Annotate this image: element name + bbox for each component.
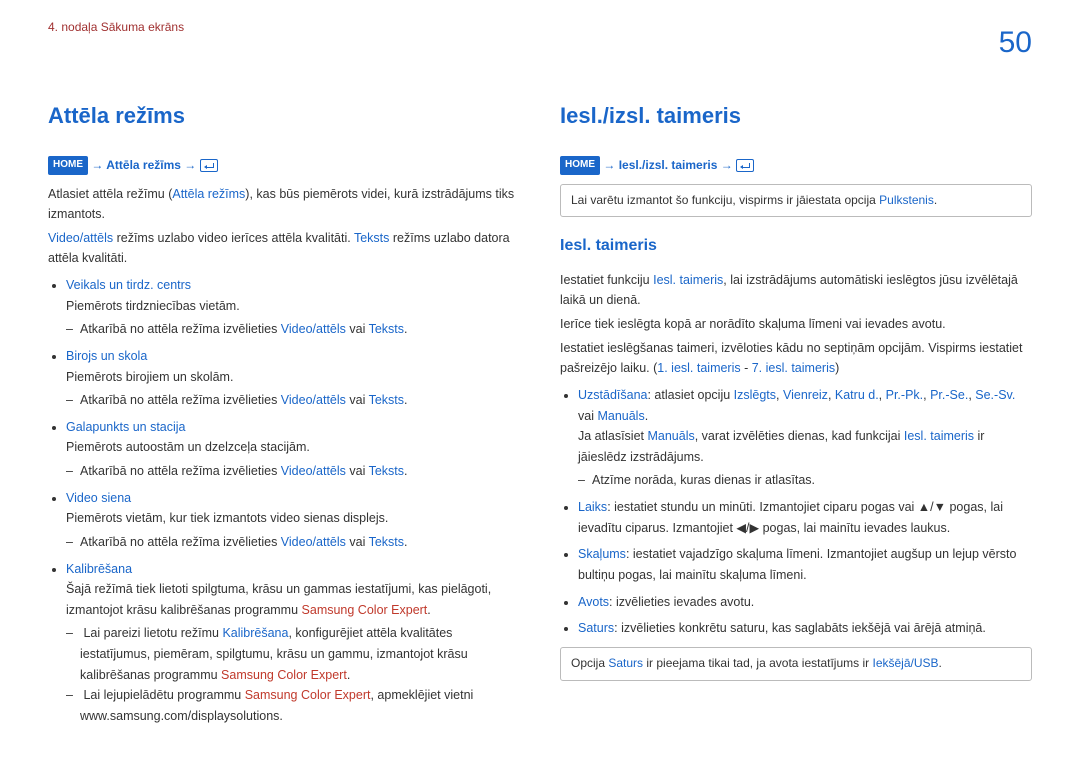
body-text: Piemērots autoostām un dzelzceļa stacijā…	[66, 437, 520, 458]
right-subheading: Iesl. taimeris	[560, 233, 1032, 259]
list-item: Veikals un tirdz. centrs Piemērots tirdz…	[66, 275, 520, 340]
body-text: Atlasiet attēla režīmu (Attēla režīms), …	[48, 184, 520, 225]
sub-list-item: Lai lejupielādētu programmu Samsung Colo…	[80, 685, 520, 726]
inline-link: Pulkstenis	[879, 193, 934, 207]
page-number: 50	[999, 18, 1032, 68]
path-link: Iesl./izsl. taimeris	[619, 158, 718, 172]
list-item: Skaļums: iestatiet vajadzīgo skaļuma līm…	[578, 544, 1032, 585]
right-heading: Iesl./izsl. taimeris	[560, 98, 1032, 134]
list-item: Galapunkts un stacija Piemērots autoostā…	[66, 417, 520, 482]
option-name: Saturs	[578, 621, 614, 635]
body-text: Video/attēls režīms uzlabo video ierīces…	[48, 228, 520, 269]
left-heading: Attēla režīms	[48, 98, 520, 134]
option-name: Avots	[578, 595, 609, 609]
body-text: Ierīce tiek ieslēgta kopā ar norādīto sk…	[560, 314, 1032, 335]
arrow-icon: →	[721, 158, 733, 172]
sub-list-item: Atkarībā no attēla režīma izvēlieties Vi…	[80, 532, 520, 553]
option-name: Skaļums	[578, 547, 626, 561]
option-name: Galapunkts un stacija	[66, 420, 186, 434]
note-box: Opcija Saturs ir pieejama tikai tad, ja …	[560, 647, 1032, 681]
content-columns: Attēla režīms HOME → Attēla režīms → Atl…	[0, 68, 1080, 733]
sub-list-item: Atkarībā no attēla režīma izvēlieties Vi…	[80, 390, 520, 411]
left-column: Attēla režīms HOME → Attēla režīms → Atl…	[48, 98, 520, 733]
body-text: Ja atlasīsiet Manuāls, varat izvēlēties …	[578, 426, 1032, 467]
list-item: Birojs un skola Piemērots birojiem un sk…	[66, 346, 520, 411]
list-item: Avots: izvēlieties ievades avotu.	[578, 592, 1032, 613]
home-pill: HOME	[560, 156, 600, 175]
sub-list-item: Atkarībā no attēla režīma izvēlieties Vi…	[80, 319, 520, 340]
inline-link: Samsung Color Expert	[302, 603, 428, 617]
sub-list-item: Atzīme norāda, kuras dienas ir atlasītas…	[592, 470, 1032, 491]
option-name: Laiks	[578, 500, 607, 514]
option-name: Birojs un skola	[66, 349, 147, 363]
option-name: Veikals un tirdz. centrs	[66, 278, 191, 292]
right-column: Iesl./izsl. taimeris HOME → Iesl./izsl. …	[560, 98, 1032, 733]
sub-list-item: Lai pareizi lietotu režīmu Kalibrēšana, …	[80, 623, 520, 685]
page-header: 4. nodaļa Sākuma ekrāns 50	[0, 0, 1080, 68]
options-list: Uzstādīšana: atlasiet opciju Izslēgts, V…	[560, 385, 1032, 639]
body-text: Iestatiet ieslēgšanas taimeri, izvēlotie…	[560, 338, 1032, 379]
enter-icon	[200, 159, 218, 172]
list-item: Kalibrēšana Šajā režīmā tiek lietoti spi…	[66, 559, 520, 727]
list-item: Laiks: iestatiet stundu un minūti. Izman…	[578, 497, 1032, 538]
arrow-icon: →	[184, 158, 196, 172]
option-name: Video siena	[66, 491, 131, 505]
body-text: Piemērots birojiem un skolām.	[66, 367, 520, 388]
right-nav-path: HOME → Iesl./izsl. taimeris →	[560, 156, 1032, 176]
option-name: Uzstādīšana	[578, 388, 647, 402]
list-item: Uzstādīšana: atlasiet opciju Izslēgts, V…	[578, 385, 1032, 491]
option-name: Kalibrēšana	[66, 562, 132, 576]
body-text: Piemērots tirdzniecības vietām.	[66, 296, 520, 317]
home-pill: HOME	[48, 156, 88, 175]
enter-icon	[736, 159, 754, 172]
note-box: Lai varētu izmantot šo funkciju, vispirm…	[560, 184, 1032, 218]
inline-link: Attēla režīms	[172, 187, 245, 201]
options-list: Veikals un tirdz. centrs Piemērots tirdz…	[48, 275, 520, 727]
list-item: Saturs: izvēlieties konkrētu saturu, kas…	[578, 618, 1032, 639]
body-text: Šajā režīmā tiek lietoti spilgtuma, krās…	[66, 579, 520, 620]
left-nav-path: HOME → Attēla režīms →	[48, 156, 520, 176]
body-text: Piemērots vietām, kur tiek izmantots vid…	[66, 508, 520, 529]
breadcrumb: 4. nodaļa Sākuma ekrāns	[48, 18, 184, 38]
body-text: Iestatiet funkciju Iesl. taimeris, lai i…	[560, 270, 1032, 311]
path-link: Attēla režīms	[106, 158, 181, 172]
sub-list-item: Atkarībā no attēla režīma izvēlieties Vi…	[80, 461, 520, 482]
arrow-icon: →	[603, 158, 615, 172]
list-item: Video siena Piemērots vietām, kur tiek i…	[66, 488, 520, 553]
arrow-icon: →	[91, 158, 103, 172]
